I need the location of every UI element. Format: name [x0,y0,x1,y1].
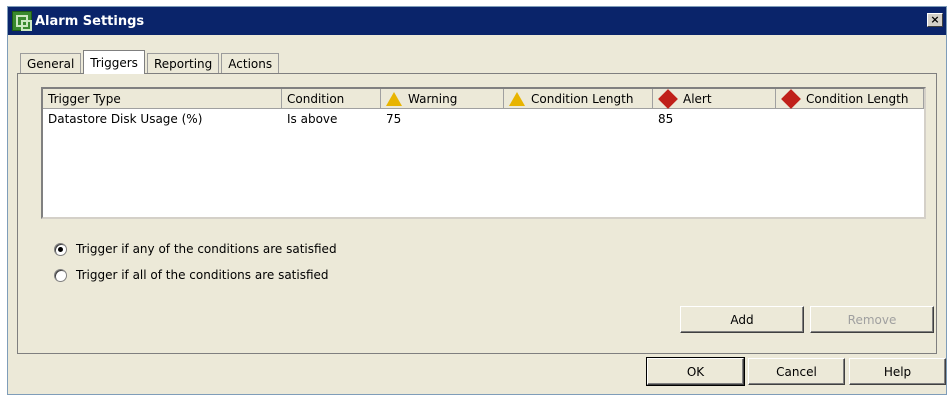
column-label: Condition [287,92,345,106]
column-warning-condition-length[interactable]: Condition Length [504,89,653,109]
option-any-label: Trigger if any of the conditions are sat… [76,242,337,256]
vsphere-app-icon [12,11,32,31]
tab-triggers[interactable]: Triggers [83,50,145,74]
warning-icon [386,92,402,106]
close-button[interactable]: × [927,13,943,27]
tab-reporting[interactable]: Reporting [146,53,220,73]
option-all-label: Trigger if all of the conditions are sat… [76,268,329,282]
cell-warning-condition-length [504,109,653,129]
column-warning[interactable]: Warning [381,89,504,109]
cancel-button[interactable]: Cancel [748,358,845,385]
add-button[interactable]: Add [680,306,804,333]
column-label: Alert [683,92,712,106]
tab-strip: General Triggers Reporting Actions [20,49,281,74]
ok-button[interactable]: OK [646,357,745,386]
alert-icon [781,89,801,109]
warning-icon [509,92,525,106]
alert-icon [658,89,678,109]
cell-trigger-type: Datastore Disk Usage (%) [48,112,203,126]
help-button[interactable]: Help [849,358,946,385]
column-condition[interactable]: Condition [282,89,381,109]
table-header: Trigger Type Condition Warning Condition… [43,89,924,109]
alarm-settings-dialog: Alarm Settings × General Triggers Report… [7,6,947,395]
table-row[interactable]: Datastore Disk Usage (%) Is above 75 85 [43,109,924,129]
column-label: Trigger Type [48,92,121,106]
column-label: Warning [408,92,458,106]
cell-alert: 85 [658,112,674,126]
column-label: Condition Length [806,92,909,106]
cell-condition: Is above [287,112,338,126]
column-alert[interactable]: Alert [653,89,776,109]
radio-all[interactable] [54,268,67,282]
cell-alert-condition-length [776,109,924,129]
option-all-conditions[interactable]: Trigger if all of the conditions are sat… [54,268,329,282]
radio-any[interactable] [54,242,67,256]
table-body: Datastore Disk Usage (%) Is above 75 85 [43,109,924,129]
triggers-table: Trigger Type Condition Warning Condition… [41,87,926,219]
cell-warning: 75 [386,112,402,126]
column-alert-condition-length[interactable]: Condition Length [776,89,924,109]
tab-actions[interactable]: Actions [221,53,280,73]
option-any-conditions[interactable]: Trigger if any of the conditions are sat… [54,242,337,256]
triggers-panel: Trigger Type Condition Warning Condition… [17,73,937,354]
tab-general[interactable]: General [20,53,82,73]
remove-button[interactable]: Remove [810,306,934,333]
title-bar: Alarm Settings × [8,7,946,35]
column-label: Condition Length [531,92,634,106]
window-title: Alarm Settings [35,13,145,29]
column-trigger-type[interactable]: Trigger Type [43,89,282,109]
